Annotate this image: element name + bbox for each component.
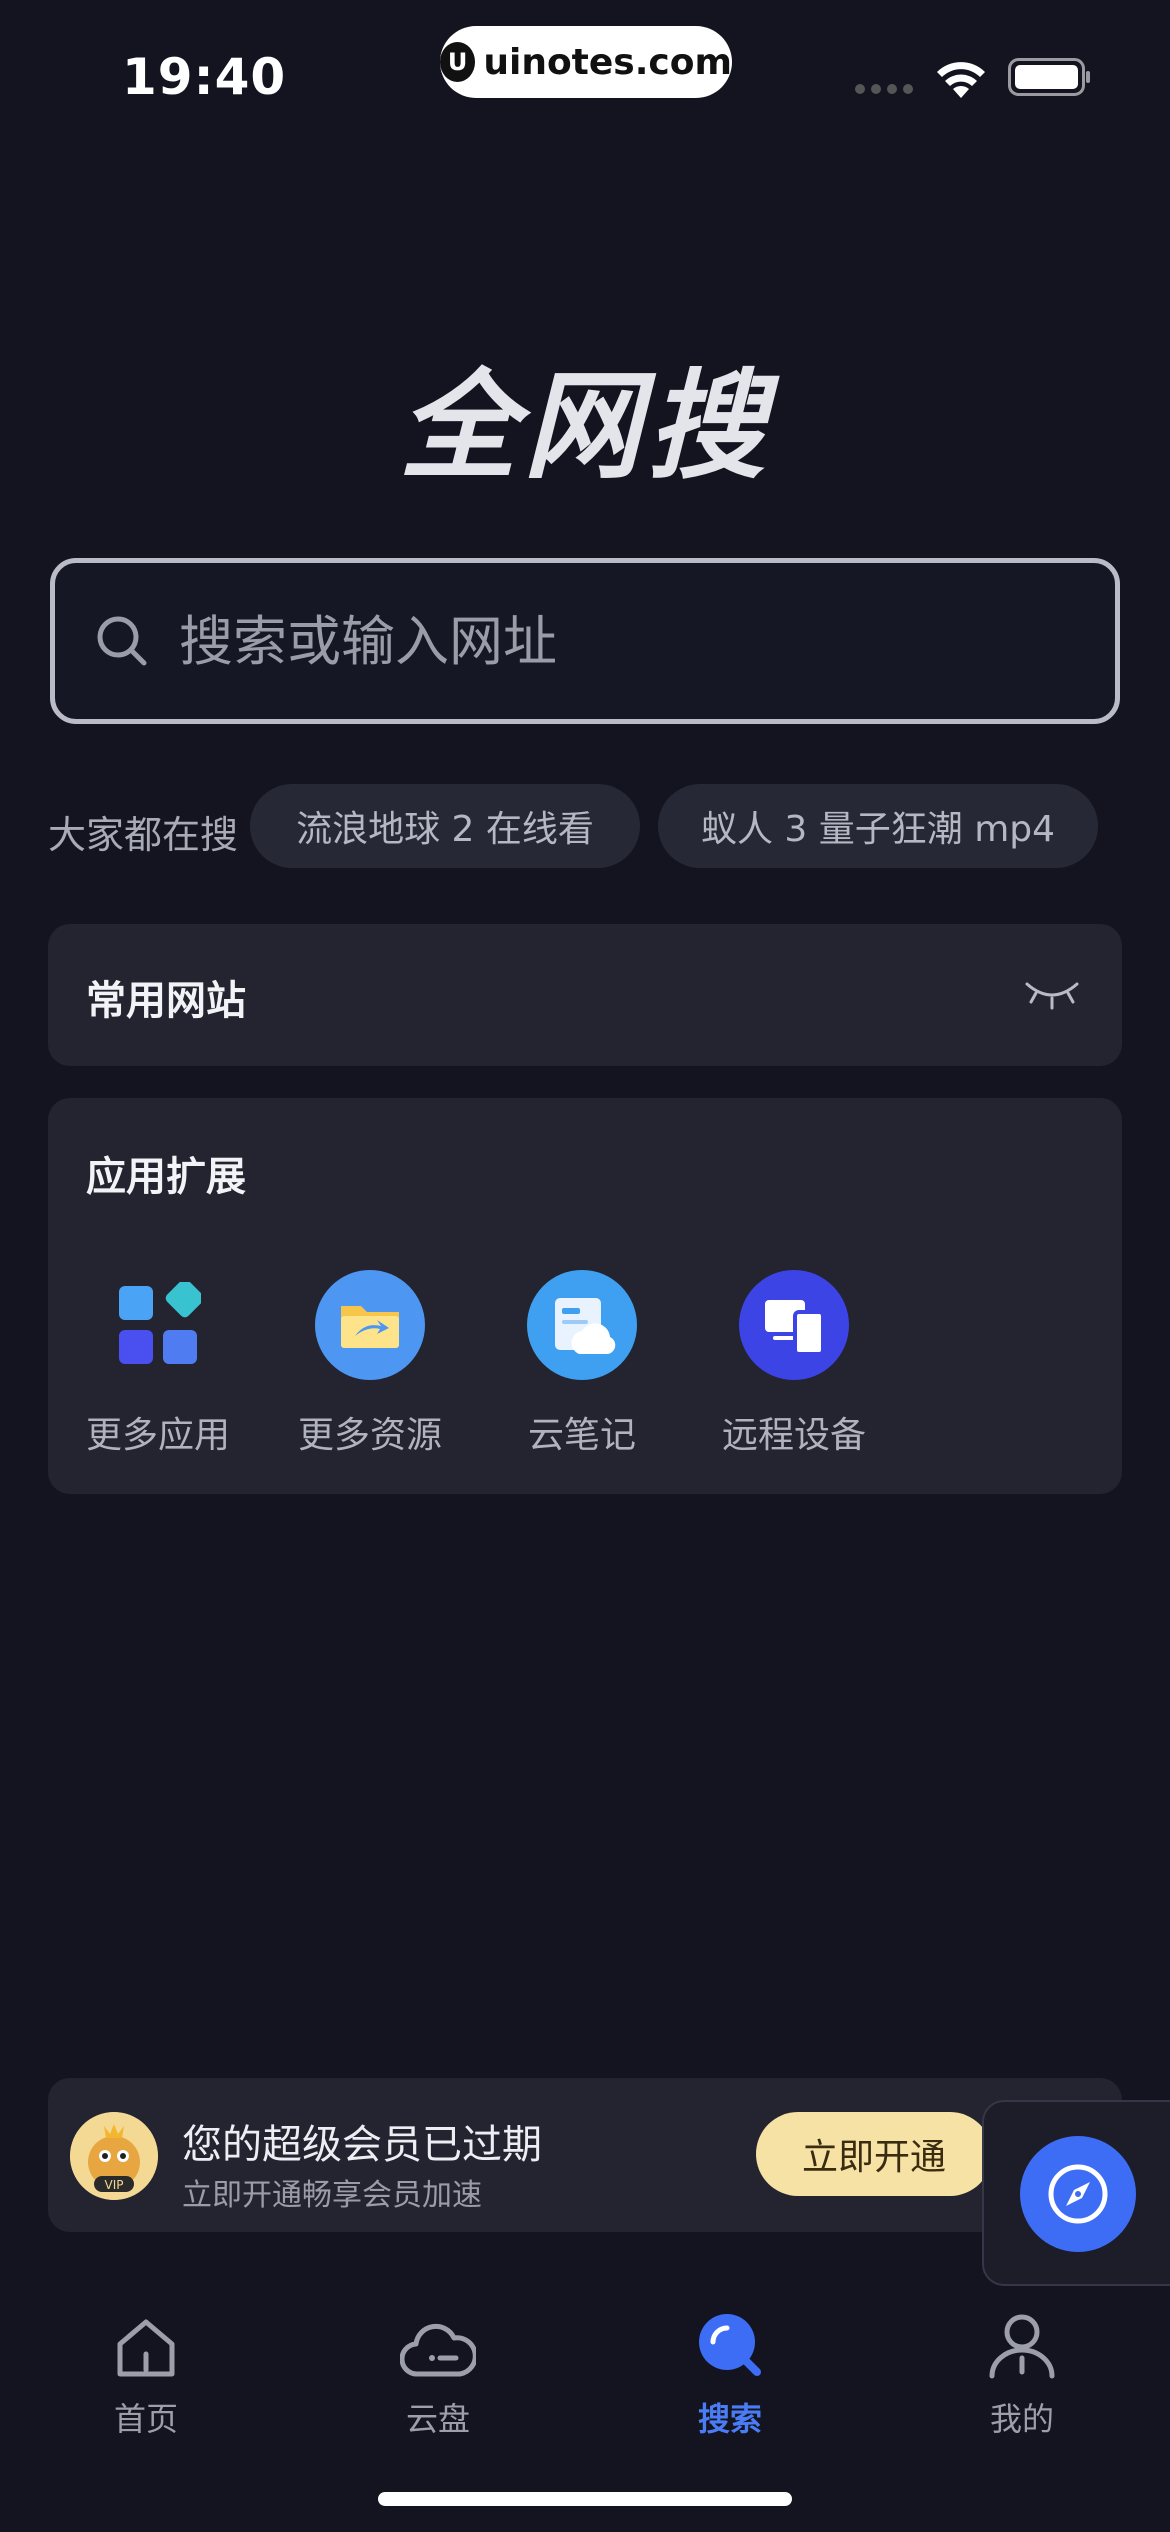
common-sites-title: 常用网站	[86, 978, 246, 1024]
app-more-resources[interactable]: 更多资源	[285, 1270, 455, 1458]
tab-cloud[interactable]: 云盘	[338, 2300, 538, 2440]
wifi-icon	[937, 62, 985, 98]
home-icon	[117, 2319, 175, 2377]
battery-icon	[1008, 58, 1090, 96]
user-icon	[989, 2314, 1055, 2379]
app-cloud-note[interactable]: 云笔记	[497, 1270, 667, 1458]
tab-label: 云盘	[405, 2400, 470, 2438]
page-title: 全网搜	[398, 357, 771, 495]
search-tab-icon	[699, 2314, 761, 2376]
trending-chip[interactable]: 流浪地球 2 在线看	[250, 784, 640, 868]
vip-title: 您的超级会员已过期	[182, 2122, 542, 2168]
cellular-signal-icon	[855, 84, 913, 94]
tab-home[interactable]: 首页	[46, 2300, 246, 2440]
home-indicator[interactable]	[378, 2492, 792, 2506]
grid-apps-icon	[103, 1270, 213, 1380]
tab-mine[interactable]: 我的	[922, 2300, 1122, 2440]
trending-chip[interactable]: 蚁人 3 量子狂潮 mp4	[658, 784, 1098, 868]
vip-expired-banner[interactable]: VIP 您的超级会员已过期 立即开通畅享会员加速 立即开通	[48, 2078, 1122, 2232]
app-extensions-title: 应用扩展	[86, 1154, 246, 1200]
app-label: 更多应用	[85, 1415, 230, 1456]
watermark-badge: U uinotes.com	[440, 26, 732, 98]
watermark-text: uinotes.com	[483, 41, 732, 83]
app-extensions-panel: 应用扩展 更多应用 更多资源 云笔记 远程设备	[48, 1098, 1122, 1494]
activate-vip-button[interactable]: 立即开通	[756, 2112, 992, 2196]
eye-closed-icon[interactable]	[1024, 980, 1080, 1010]
vip-badge-text: VIP	[105, 2178, 124, 2192]
compass-icon	[1048, 2164, 1108, 2224]
compass-button[interactable]	[1020, 2136, 1136, 2252]
status-time: 19:40	[122, 48, 287, 106]
vip-mascot-avatar: VIP	[70, 2112, 158, 2200]
tab-search[interactable]: 搜索	[630, 2300, 830, 2440]
search-input[interactable]	[177, 608, 977, 674]
vip-subtitle: 立即开通畅享会员加速	[182, 2178, 482, 2213]
floating-tool-panel	[982, 2100, 1170, 2286]
trending-label: 大家都在搜	[48, 813, 239, 857]
search-icon	[97, 616, 147, 666]
folder-icon	[315, 1270, 425, 1380]
watermark-logo-icon: U	[440, 42, 476, 82]
app-label: 云笔记	[527, 1415, 636, 1456]
app-label: 远程设备	[721, 1415, 866, 1456]
remote-device-icon	[739, 1270, 849, 1380]
cloud-icon	[400, 2323, 476, 2377]
app-label: 更多资源	[297, 1415, 442, 1456]
tab-label: 首页	[113, 2400, 178, 2438]
app-more-apps[interactable]: 更多应用	[73, 1270, 243, 1458]
common-sites-panel[interactable]: 常用网站	[48, 924, 1122, 1066]
cloud-note-icon	[527, 1270, 637, 1380]
search-box[interactable]	[50, 558, 1120, 724]
app-remote-device[interactable]: 远程设备	[709, 1270, 879, 1458]
tab-label: 搜索	[697, 2400, 762, 2438]
tab-label: 我的	[989, 2400, 1054, 2438]
